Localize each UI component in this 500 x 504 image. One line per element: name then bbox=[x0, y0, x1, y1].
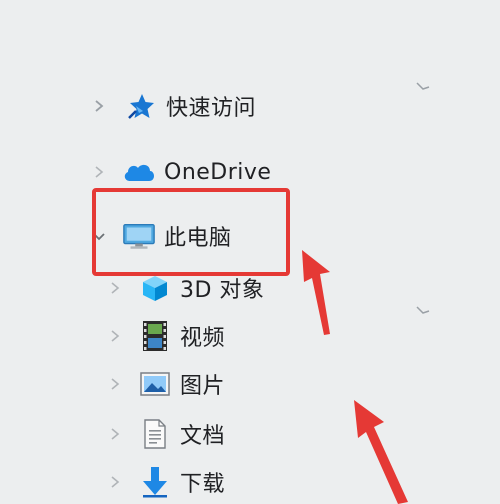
chevron-right-icon[interactable] bbox=[104, 325, 126, 347]
navigation-pane: 快速访问 OneDrive 此电脑 3D 对象 视频 图片 文档 下载 bbox=[0, 0, 500, 504]
nav-item-pictures[interactable]: 图片 bbox=[104, 364, 225, 404]
monitor-icon bbox=[122, 221, 156, 251]
chevron-right-icon[interactable] bbox=[104, 373, 126, 395]
download-arrow-icon bbox=[138, 467, 172, 498]
nav-item-label: 图片 bbox=[180, 374, 226, 399]
nav-item-quick-access[interactable]: 快速访问 bbox=[88, 86, 256, 126]
chevron-right-icon[interactable] bbox=[104, 423, 126, 445]
nav-item-documents[interactable]: 文档 bbox=[104, 414, 225, 454]
film-icon bbox=[138, 321, 172, 351]
document-icon bbox=[138, 419, 172, 449]
chevron-right-icon[interactable] bbox=[88, 161, 110, 183]
nav-item-3d-objects[interactable]: 3D 对象 bbox=[104, 268, 264, 308]
scroll-hint-icon[interactable] bbox=[416, 306, 430, 316]
annotation-arrow-icon bbox=[302, 250, 330, 335]
chevron-down-icon[interactable] bbox=[88, 225, 110, 247]
scroll-hint-icon[interactable] bbox=[416, 82, 430, 92]
nav-item-label: OneDrive bbox=[164, 159, 272, 185]
nav-item-videos[interactable]: 视频 bbox=[104, 316, 225, 356]
nav-item-label: 此电脑 bbox=[164, 226, 232, 251]
chevron-right-icon[interactable] bbox=[104, 471, 126, 493]
nav-item-label: 3D 对象 bbox=[180, 278, 265, 303]
nav-item-label: 视频 bbox=[180, 326, 226, 351]
star-pin-icon bbox=[124, 91, 158, 121]
nav-item-label: 快速访问 bbox=[166, 96, 257, 121]
picture-icon bbox=[138, 369, 172, 399]
chevron-right-icon[interactable] bbox=[88, 95, 110, 117]
chevron-right-icon[interactable] bbox=[104, 277, 126, 299]
cube-3d-icon bbox=[138, 273, 172, 303]
nav-item-this-pc[interactable]: 此电脑 bbox=[88, 216, 232, 256]
annotation-arrow-icon bbox=[354, 400, 408, 504]
nav-item-downloads[interactable]: 下载 bbox=[104, 462, 225, 502]
nav-item-onedrive[interactable]: OneDrive bbox=[88, 152, 271, 192]
nav-item-label: 下载 bbox=[180, 472, 226, 497]
cloud-icon bbox=[122, 157, 156, 187]
nav-item-label: 文档 bbox=[180, 424, 226, 449]
